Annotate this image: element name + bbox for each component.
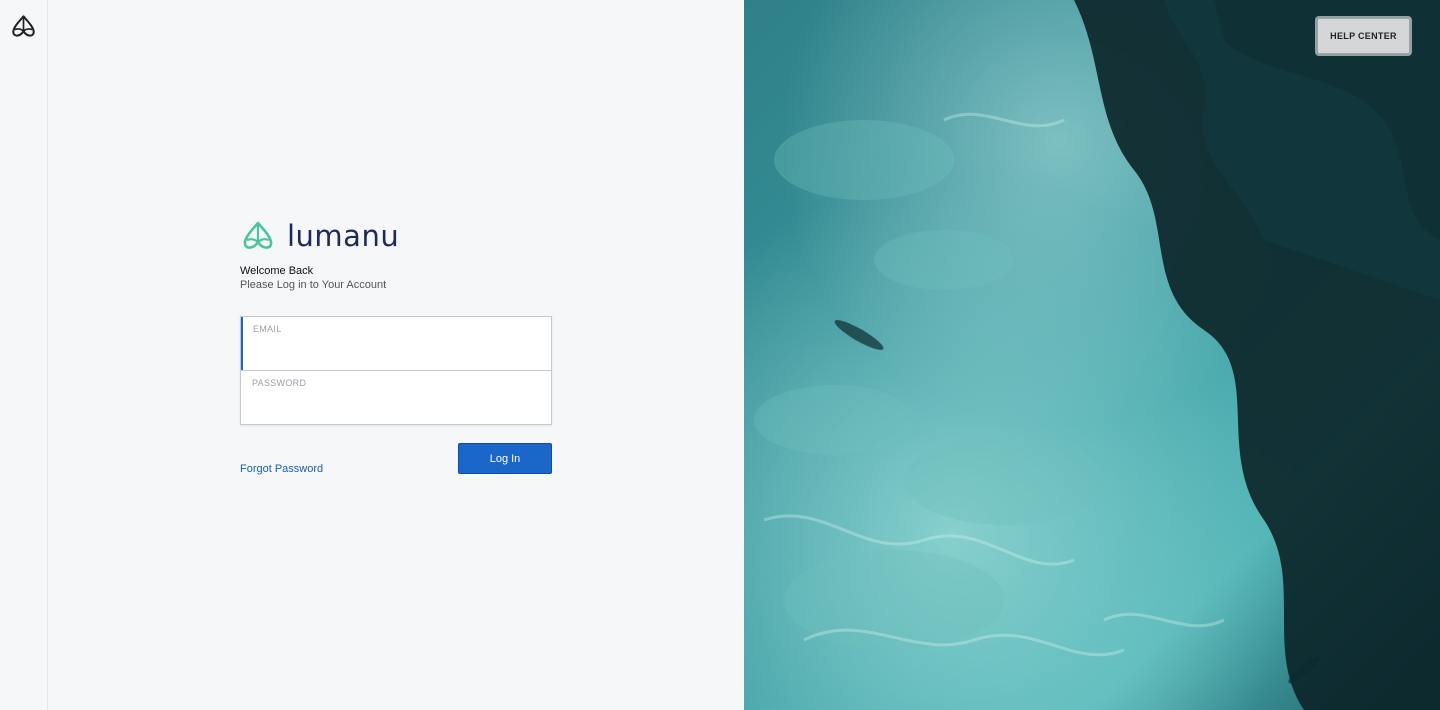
- login-button[interactable]: Log In: [458, 443, 552, 474]
- forgot-password-link[interactable]: Forgot Password: [240, 463, 323, 475]
- email-field[interactable]: EMAIL: [241, 317, 551, 370]
- left-rail: [0, 0, 48, 710]
- email-input[interactable]: [253, 339, 541, 361]
- lumanu-moth-icon: [243, 221, 273, 249]
- hero-image-panel: HELP CENTER: [744, 0, 1440, 710]
- email-label: EMAIL: [253, 324, 282, 334]
- welcome-heading: Welcome Back: [240, 265, 314, 277]
- login-form: EMAIL PASSWORD: [240, 316, 552, 425]
- login-subtitle: Please Log in to Your Account: [240, 279, 387, 291]
- brand-logo: lumanu: [240, 220, 399, 252]
- password-field[interactable]: PASSWORD: [241, 370, 551, 424]
- brand-name: lumanu: [287, 219, 400, 253]
- password-label: PASSWORD: [252, 378, 307, 388]
- ocean-reef-image: [744, 0, 1440, 710]
- login-panel: lumanu Welcome Back Please Log in to You…: [48, 0, 744, 710]
- help-center-button[interactable]: HELP CENTER: [1317, 18, 1410, 54]
- lumanu-moth-icon[interactable]: [9, 14, 38, 39]
- password-input[interactable]: [251, 393, 541, 415]
